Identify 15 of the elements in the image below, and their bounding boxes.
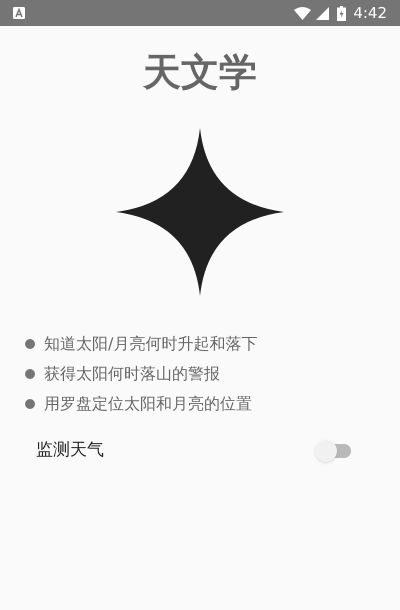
wifi-icon <box>294 6 312 20</box>
feature-text: 知道太阳/月亮何时升起和落下 <box>44 333 258 354</box>
status-time: 4:42 <box>353 2 387 24</box>
bullet-icon <box>25 338 35 348</box>
bullet-icon <box>25 398 35 408</box>
feature-text: 获得太阳何时落山的警报 <box>44 363 220 384</box>
battery-icon <box>337 6 346 20</box>
feature-text: 用罗盘定位太阳和月亮的位置 <box>44 393 252 414</box>
setting-label: 监测天气 <box>36 439 104 462</box>
toggle-switch[interactable] <box>315 440 353 462</box>
star-icon <box>116 128 284 296</box>
signal-icon <box>316 6 330 20</box>
bullet-icon <box>25 368 35 378</box>
app-notification-icon <box>13 7 25 19</box>
page-title: 天文学 <box>143 49 257 96</box>
